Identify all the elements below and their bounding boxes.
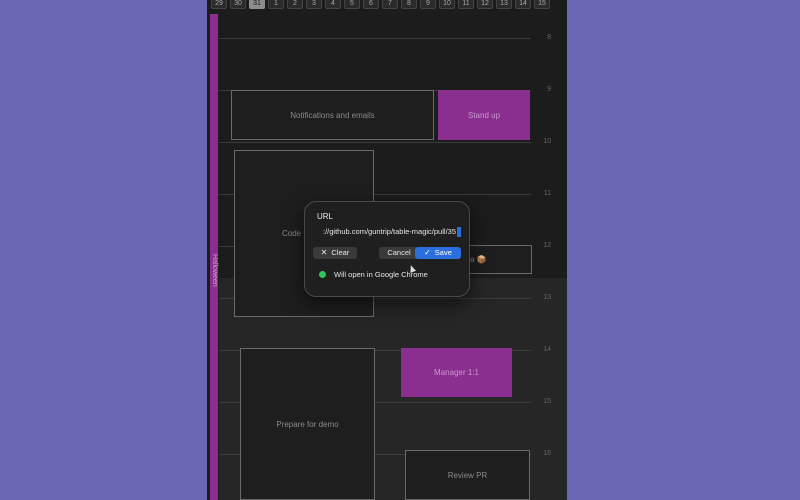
url-input[interactable]: ://github.com/guntrip/table-magic/pull/3… <box>317 225 461 239</box>
day-chip-10[interactable]: 10 <box>439 0 455 9</box>
day-chip-7[interactable]: 7 <box>382 0 398 9</box>
event-prepare-demo[interactable]: Prepare for demo <box>240 348 375 500</box>
day-chip-8[interactable]: 8 <box>401 0 417 9</box>
url-popover: URL ://github.com/guntrip/table-magic/pu… <box>304 201 470 297</box>
event-title: Manager 1:1 <box>434 368 479 377</box>
clear-label: Clear <box>331 248 350 257</box>
hour-label: 11 <box>543 190 551 197</box>
allday-event-label: Halloween <box>211 253 218 287</box>
day-chip-11[interactable]: 11 <box>458 0 474 9</box>
save-label: Save <box>434 248 452 257</box>
event-manager[interactable]: Manager 1:1 <box>401 348 512 397</box>
url-label: URL <box>317 212 334 221</box>
event-standup[interactable]: Stand up <box>438 90 530 140</box>
hour-label: 10 <box>543 138 551 145</box>
hour-label: 9 <box>547 86 551 93</box>
clear-button[interactable]: ✕ Clear <box>313 247 357 259</box>
event-obscured[interactable]: a 📦 <box>467 245 532 274</box>
day-chip-6[interactable]: 6 <box>363 0 379 9</box>
event-review-pr[interactable]: Review PR <box>405 450 530 500</box>
cancel-button[interactable]: Cancel <box>379 247 419 259</box>
day-chip-2[interactable]: 2 <box>287 0 303 9</box>
day-chip-13[interactable]: 13 <box>496 0 512 9</box>
day-chip-5[interactable]: 5 <box>344 0 360 9</box>
day-strip: 29 30 31 1 2 3 4 5 6 7 8 9 10 11 12 13 14 15 <box>207 0 567 10</box>
hour-label: 14 <box>543 346 551 353</box>
day-chip-30[interactable]: 30 <box>230 0 246 9</box>
hour-line <box>219 38 531 39</box>
day-chip-9[interactable]: 9 <box>420 0 436 9</box>
day-chip-12[interactable]: 12 <box>477 0 493 9</box>
checkmark-icon: ✓ <box>424 248 431 257</box>
cancel-label: Cancel <box>387 248 411 257</box>
url-value: ://github.com/guntrip/table-magic/pull/3… <box>323 227 456 236</box>
day-chip-3[interactable]: 3 <box>306 0 322 9</box>
hour-label: 12 <box>543 242 551 249</box>
event-title: Stand up <box>467 110 501 120</box>
hour-label: 13 <box>543 294 551 301</box>
close-icon: ✕ <box>320 248 328 257</box>
save-button[interactable]: ✓ Save <box>415 247 461 259</box>
event-title: Notifications and emails <box>290 110 375 120</box>
event-title: Review PR <box>447 470 488 480</box>
event-title: Prepare for demo <box>276 419 339 429</box>
event-title: Code <box>282 229 302 238</box>
day-chip-14[interactable]: 14 <box>515 0 531 9</box>
day-chip-4[interactable]: 4 <box>325 0 341 9</box>
event-notifications[interactable]: Notifications and emails <box>231 90 434 140</box>
hour-line <box>219 142 531 143</box>
day-chip-15[interactable]: 15 <box>534 0 550 9</box>
hour-label: 8 <box>547 34 551 41</box>
event-title: a 📦 <box>470 255 487 264</box>
day-chip-31[interactable]: 31 <box>249 0 265 9</box>
day-chip-29[interactable]: 29 <box>211 0 227 9</box>
status-dot-icon <box>319 270 326 278</box>
hour-label: 16 <box>543 450 551 457</box>
day-chip-1[interactable]: 1 <box>268 0 284 9</box>
hour-label: 15 <box>543 398 551 405</box>
text-caret <box>457 227 461 238</box>
